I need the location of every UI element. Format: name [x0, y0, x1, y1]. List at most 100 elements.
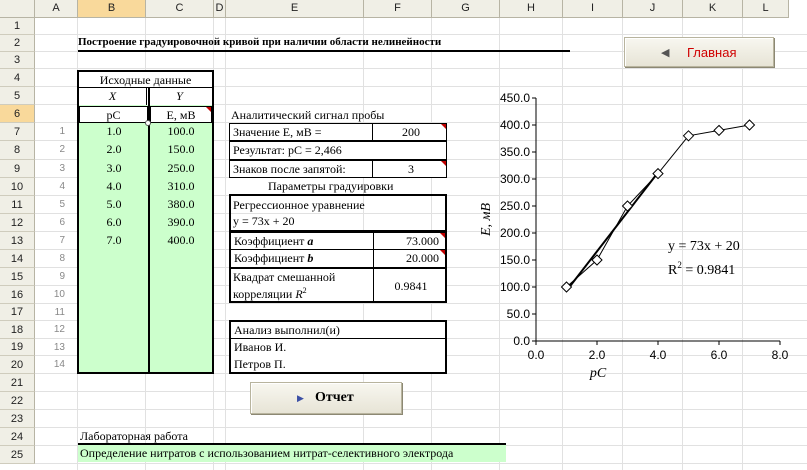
row-header-10[interactable]: 10 — [0, 178, 35, 196]
x-value-cell[interactable]: 5.0 — [80, 197, 148, 212]
data-point — [743, 119, 756, 131]
r2-exponent: 2 — [302, 286, 307, 295]
calib-header: Параметры градуировки — [268, 179, 394, 193]
gridline-row — [35, 427, 807, 428]
row-index: 6 — [59, 217, 65, 228]
x-tick-label: 2.0 — [589, 348, 606, 362]
row-index: 1 — [59, 126, 65, 137]
row-header-7[interactable]: 7 — [0, 123, 35, 141]
signal-value-label: Значение E, мВ = — [229, 123, 373, 141]
y-tick-label: 200.0 — [500, 226, 530, 240]
select-all-corner[interactable] — [0, 0, 35, 18]
row-header-14[interactable]: 14 — [0, 250, 35, 268]
column-header-e[interactable]: E — [226, 0, 364, 18]
eq-value: y = 73x + 20 — [233, 214, 295, 228]
column-header-i[interactable]: I — [563, 0, 623, 18]
y-tick-label: 50.0 — [507, 307, 531, 321]
x-value-cell[interactable]: 6.0 — [80, 215, 148, 230]
signal-result: Результат: pC = 2,466 — [229, 141, 447, 160]
row-header-15[interactable]: 15 — [0, 268, 35, 286]
x-value-cell[interactable]: 7.0 — [80, 233, 148, 248]
coef-b-text: Коэффициент — [234, 251, 308, 265]
row-header-23[interactable]: 23 — [0, 410, 35, 428]
trend-equation: y = 73x + 20 — [668, 239, 740, 254]
row-header-6[interactable]: 6 — [0, 105, 35, 123]
column-header-f[interactable]: F — [364, 0, 432, 18]
r2-label-2: корреляции R2 — [233, 286, 307, 302]
row-index: 9 — [59, 271, 65, 282]
row-header-20[interactable]: 20 — [0, 356, 35, 374]
digits-input[interactable]: 3 — [372, 160, 447, 178]
title-underline — [78, 50, 570, 52]
x-value-cell[interactable]: 2.0 — [80, 142, 148, 157]
page-title: Построение градуировочной кривой при нал… — [78, 36, 442, 48]
gridline-row — [35, 34, 807, 35]
row-header-16[interactable]: 16 — [0, 286, 35, 304]
row-header-11[interactable]: 11 — [0, 196, 35, 214]
x-value-cell[interactable]: 1.0 — [80, 124, 148, 139]
report-button[interactable]: ▶ Отчет — [250, 382, 402, 414]
row-header-9[interactable]: 9 — [0, 160, 35, 178]
row-header-17[interactable]: 17 — [0, 304, 35, 321]
x-value-cell[interactable]: 4.0 — [80, 179, 148, 194]
row-header-18[interactable]: 18 — [0, 321, 35, 339]
x-tick-label: 0.0 — [528, 348, 545, 362]
y-value-cell[interactable]: 380.0 — [150, 197, 212, 212]
report-button-label: Отчет — [315, 390, 354, 405]
coef-a-value: 73.000 — [373, 231, 447, 250]
y-value-cell[interactable]: 390.0 — [150, 215, 212, 230]
column-header-a[interactable]: A — [35, 0, 78, 18]
calibration-chart[interactable]: 0.0 50.0 100.0 150.0 200.0 250.0 300.0 350.0 400… — [470, 88, 800, 398]
y-value-cell[interactable]: 400.0 — [150, 233, 212, 248]
row-header-13[interactable]: 13 — [0, 232, 35, 250]
column-header-b[interactable]: B — [78, 0, 146, 18]
y-name-cell[interactable]: E, мВ — [150, 106, 212, 123]
row-index: 3 — [59, 163, 65, 174]
column-header-g[interactable]: G — [432, 0, 500, 18]
y-value-cell[interactable]: 150.0 — [150, 142, 212, 157]
analyst-name-1[interactable]: Иванов И. — [231, 339, 445, 356]
lab-name[interactable]: Определение нитратов с использованием ни… — [78, 445, 506, 462]
coef-a-symbol: a — [307, 234, 314, 248]
column-header-j[interactable]: J — [623, 0, 683, 18]
back-arrow-icon: ◀ — [661, 47, 670, 59]
y-value-cell[interactable]: 250.0 — [150, 161, 212, 176]
coef-a-text: Коэффициент — [234, 234, 308, 248]
signal-value-input[interactable]: 200 — [372, 123, 447, 141]
row-header-4[interactable]: 4 — [0, 69, 35, 87]
row-header-1[interactable]: 1 — [0, 18, 35, 35]
y-tick-label: 350.0 — [500, 145, 530, 159]
row-header-8[interactable]: 8 — [0, 141, 35, 160]
eq-label: Регрессионное уравнение — [233, 198, 365, 212]
y-tick-label: 450.0 — [500, 91, 530, 105]
x-tick-label: 6.0 — [711, 348, 728, 362]
analyst-name-2[interactable]: Петров П. — [231, 356, 445, 372]
y-tick-label: 100.0 — [500, 280, 530, 294]
row-header-2[interactable]: 2 — [0, 35, 35, 52]
x-name-cell[interactable]: pC — [79, 106, 148, 123]
row-header-25[interactable]: 25 — [0, 446, 35, 464]
column-header-l[interactable]: L — [743, 0, 789, 18]
gridline-row — [35, 463, 807, 464]
row-header-3[interactable]: 3 — [0, 52, 35, 69]
main-button[interactable]: ◀ Главная — [624, 37, 774, 67]
column-header-c[interactable]: C — [146, 0, 214, 18]
row-header-24[interactable]: 24 — [0, 428, 35, 446]
r2-symbol: R — [295, 287, 303, 301]
column-header-k[interactable]: K — [683, 0, 743, 18]
row-index: 13 — [53, 342, 65, 353]
y-value-cell[interactable]: 310.0 — [150, 179, 212, 194]
coef-b-symbol: b — [307, 251, 314, 265]
x-value-cell[interactable]: 3.0 — [80, 161, 148, 176]
row-header-22[interactable]: 22 — [0, 392, 35, 410]
r2-value: 0.9841 — [394, 279, 428, 293]
column-header-h[interactable]: H — [500, 0, 563, 18]
row-header-19[interactable]: 19 — [0, 339, 35, 356]
y-value-cell[interactable]: 100.0 — [150, 124, 212, 139]
row-header-12[interactable]: 12 — [0, 214, 35, 232]
row-header-5[interactable]: 5 — [0, 87, 35, 105]
y-tick-label: 150.0 — [500, 253, 530, 267]
column-header-d[interactable]: D — [214, 0, 226, 18]
row-index: 4 — [59, 181, 65, 192]
row-header-21[interactable]: 21 — [0, 374, 35, 392]
